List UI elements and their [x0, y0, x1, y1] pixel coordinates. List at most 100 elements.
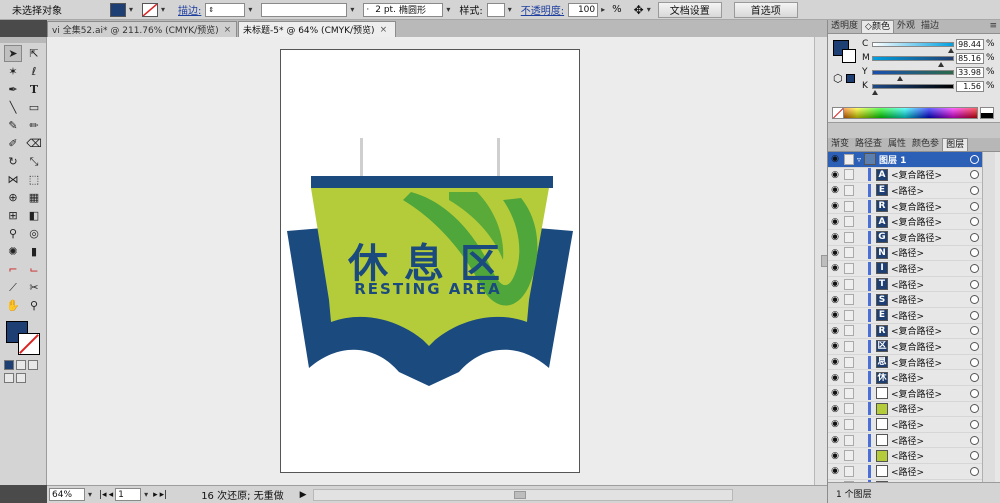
item-name[interactable]: <路径>: [891, 418, 970, 431]
item-name[interactable]: <复合路径>: [891, 324, 970, 337]
item-name[interactable]: <复合路径>: [891, 215, 970, 228]
layer-name[interactable]: 图层 1: [879, 153, 970, 166]
eye-icon[interactable]: ◉: [828, 201, 842, 211]
eye-icon[interactable]: ◉: [828, 373, 842, 383]
lock-toggle[interactable]: [844, 434, 854, 446]
rectangle-tool-icon[interactable]: ▭: [25, 99, 43, 116]
target-icon[interactable]: [970, 295, 979, 305]
layer-item-row[interactable]: ◉ T <路径>: [828, 277, 982, 293]
stroke-color-box[interactable]: [18, 333, 40, 355]
lock-toggle[interactable]: [844, 247, 854, 259]
lock-toggle[interactable]: [844, 309, 854, 321]
none-mode-button[interactable]: [28, 360, 38, 370]
direct-selection-tool-icon[interactable]: ⇱: [25, 45, 43, 62]
target-icon[interactable]: [970, 326, 979, 336]
item-name[interactable]: <路径>: [891, 262, 970, 275]
layer-item-row[interactable]: ◉ A <复合路径>: [828, 214, 982, 230]
layer-item-row[interactable]: ◉ N <路径>: [828, 246, 982, 262]
eye-icon[interactable]: ◉: [828, 279, 842, 289]
item-name[interactable]: <复合路径>: [891, 340, 970, 353]
scroll-thumb[interactable]: [513, 490, 526, 499]
layer-item-row[interactable]: ◉ 休 <路径>: [828, 370, 982, 386]
canvas-area[interactable]: 休息区 RESTING AREA: [47, 37, 814, 485]
eye-icon[interactable]: ◉: [828, 404, 842, 414]
color-panel-stroke-box[interactable]: [842, 49, 856, 63]
tab-transparency[interactable]: 透明度: [828, 20, 861, 33]
lock-toggle[interactable]: [844, 418, 854, 430]
item-name[interactable]: <复合路径>: [891, 356, 970, 369]
layer-row-header[interactable]: ◉ ▿ 图层 1: [828, 152, 982, 168]
lasso-tool-icon[interactable]: ℓ: [25, 63, 43, 80]
lock-toggle[interactable]: [844, 278, 854, 290]
stroke-weight-field[interactable]: ⇕: [205, 2, 246, 17]
target-icon[interactable]: [970, 170, 979, 180]
layer-item-row[interactable]: ◉ A <复合路径>: [828, 168, 982, 184]
slice-tool-icon[interactable]: ⌙: [25, 261, 43, 278]
target-icon[interactable]: [970, 263, 979, 273]
chevron-down-icon[interactable]: ▾: [85, 488, 95, 502]
style-swatch[interactable]: [486, 2, 505, 17]
layer-item-row[interactable]: ◉ <复合路径>: [828, 386, 982, 402]
selection-tool-icon[interactable]: ➤: [4, 45, 22, 62]
free-transform-tool-icon[interactable]: ⬚: [25, 171, 43, 188]
opacity-label[interactable]: 不透明度:: [521, 2, 564, 17]
eye-icon[interactable]: ◉: [828, 341, 842, 351]
eyedropper-tool-icon[interactable]: ⚲: [4, 225, 22, 242]
expand-icon[interactable]: ▿: [857, 155, 861, 164]
mesh-tool-icon[interactable]: ⊞: [4, 207, 22, 224]
black-slider[interactable]: [871, 83, 954, 95]
target-icon[interactable]: [970, 466, 979, 476]
magenta-value[interactable]: 85.16: [956, 52, 984, 64]
layer-item-row[interactable]: ◉ 息 <复合路径>: [828, 355, 982, 371]
chevron-down-icon[interactable]: ▾: [126, 3, 136, 17]
eye-icon[interactable]: ◉: [828, 451, 842, 461]
eye-icon[interactable]: ◉: [828, 170, 842, 180]
layer-item-row[interactable]: ◉ R <复合路径>: [828, 324, 982, 340]
black-white-swatch[interactable]: [980, 107, 994, 119]
lock-toggle[interactable]: [844, 450, 854, 462]
target-icon[interactable]: [970, 279, 979, 289]
eye-icon[interactable]: ◉: [828, 435, 842, 445]
target-icon[interactable]: [970, 154, 979, 164]
black-slider-knob[interactable]: [871, 89, 878, 95]
scale-tool-icon[interactable]: ⤡: [25, 153, 43, 170]
target-icon[interactable]: [970, 435, 979, 445]
layer-item-row[interactable]: ◉ G <复合路径>: [828, 230, 982, 246]
fill-stroke-widget[interactable]: [4, 319, 44, 357]
tab-stroke[interactable]: 描边: [918, 20, 942, 33]
color-spectrum[interactable]: [832, 107, 978, 119]
eye-icon[interactable]: ◉: [828, 326, 842, 336]
out-of-gamut-icon[interactable]: ⬡: [833, 72, 843, 85]
tab-appearance[interactable]: 外观: [894, 20, 918, 33]
status-menu-icon[interactable]: ▶: [300, 490, 307, 500]
target-icon[interactable]: [970, 404, 979, 414]
chevron-down-icon[interactable]: ▾: [644, 3, 654, 17]
target-icon[interactable]: [970, 373, 979, 383]
last-page-icon[interactable]: ▸|: [160, 490, 168, 500]
stepper-icon[interactable]: ⇕: [208, 6, 214, 14]
target-icon[interactable]: [970, 232, 979, 242]
target-icon[interactable]: [970, 310, 979, 320]
blob-brush-tool-icon[interactable]: ✐: [4, 135, 22, 152]
eye-icon[interactable]: ◉: [828, 154, 842, 164]
gradient-tool-icon[interactable]: ◧: [25, 207, 43, 224]
tab-color-guide[interactable]: 颜色参: [909, 138, 942, 151]
item-name[interactable]: <路径>: [891, 293, 970, 306]
eraser-tool-icon[interactable]: ⌫: [25, 135, 43, 152]
lock-toggle[interactable]: [844, 153, 854, 165]
variable-width-field[interactable]: [261, 2, 348, 17]
lock-toggle[interactable]: [844, 169, 854, 181]
stroke-swatch[interactable]: [142, 2, 158, 17]
tab-layers[interactable]: 图层: [942, 138, 969, 151]
line-tool-icon[interactable]: ╲: [4, 99, 22, 116]
lock-toggle[interactable]: [844, 216, 854, 228]
layer-item-row[interactable]: ◉ 区 <复合路径>: [828, 339, 982, 355]
layer-item-row[interactable]: ◉ <路径>: [828, 464, 982, 480]
gradient-mode-button[interactable]: [16, 360, 26, 370]
chevron-down-icon[interactable]: ▾: [505, 3, 515, 17]
screen-mode-button[interactable]: [16, 373, 26, 383]
tab-document-1[interactable]: vi 全集52.ai* @ 211.76% (CMYK/预览) ×: [47, 21, 237, 37]
yellow-slider[interactable]: [872, 69, 954, 81]
yellow-value[interactable]: 33.98: [956, 66, 984, 78]
lock-toggle[interactable]: [844, 184, 854, 196]
